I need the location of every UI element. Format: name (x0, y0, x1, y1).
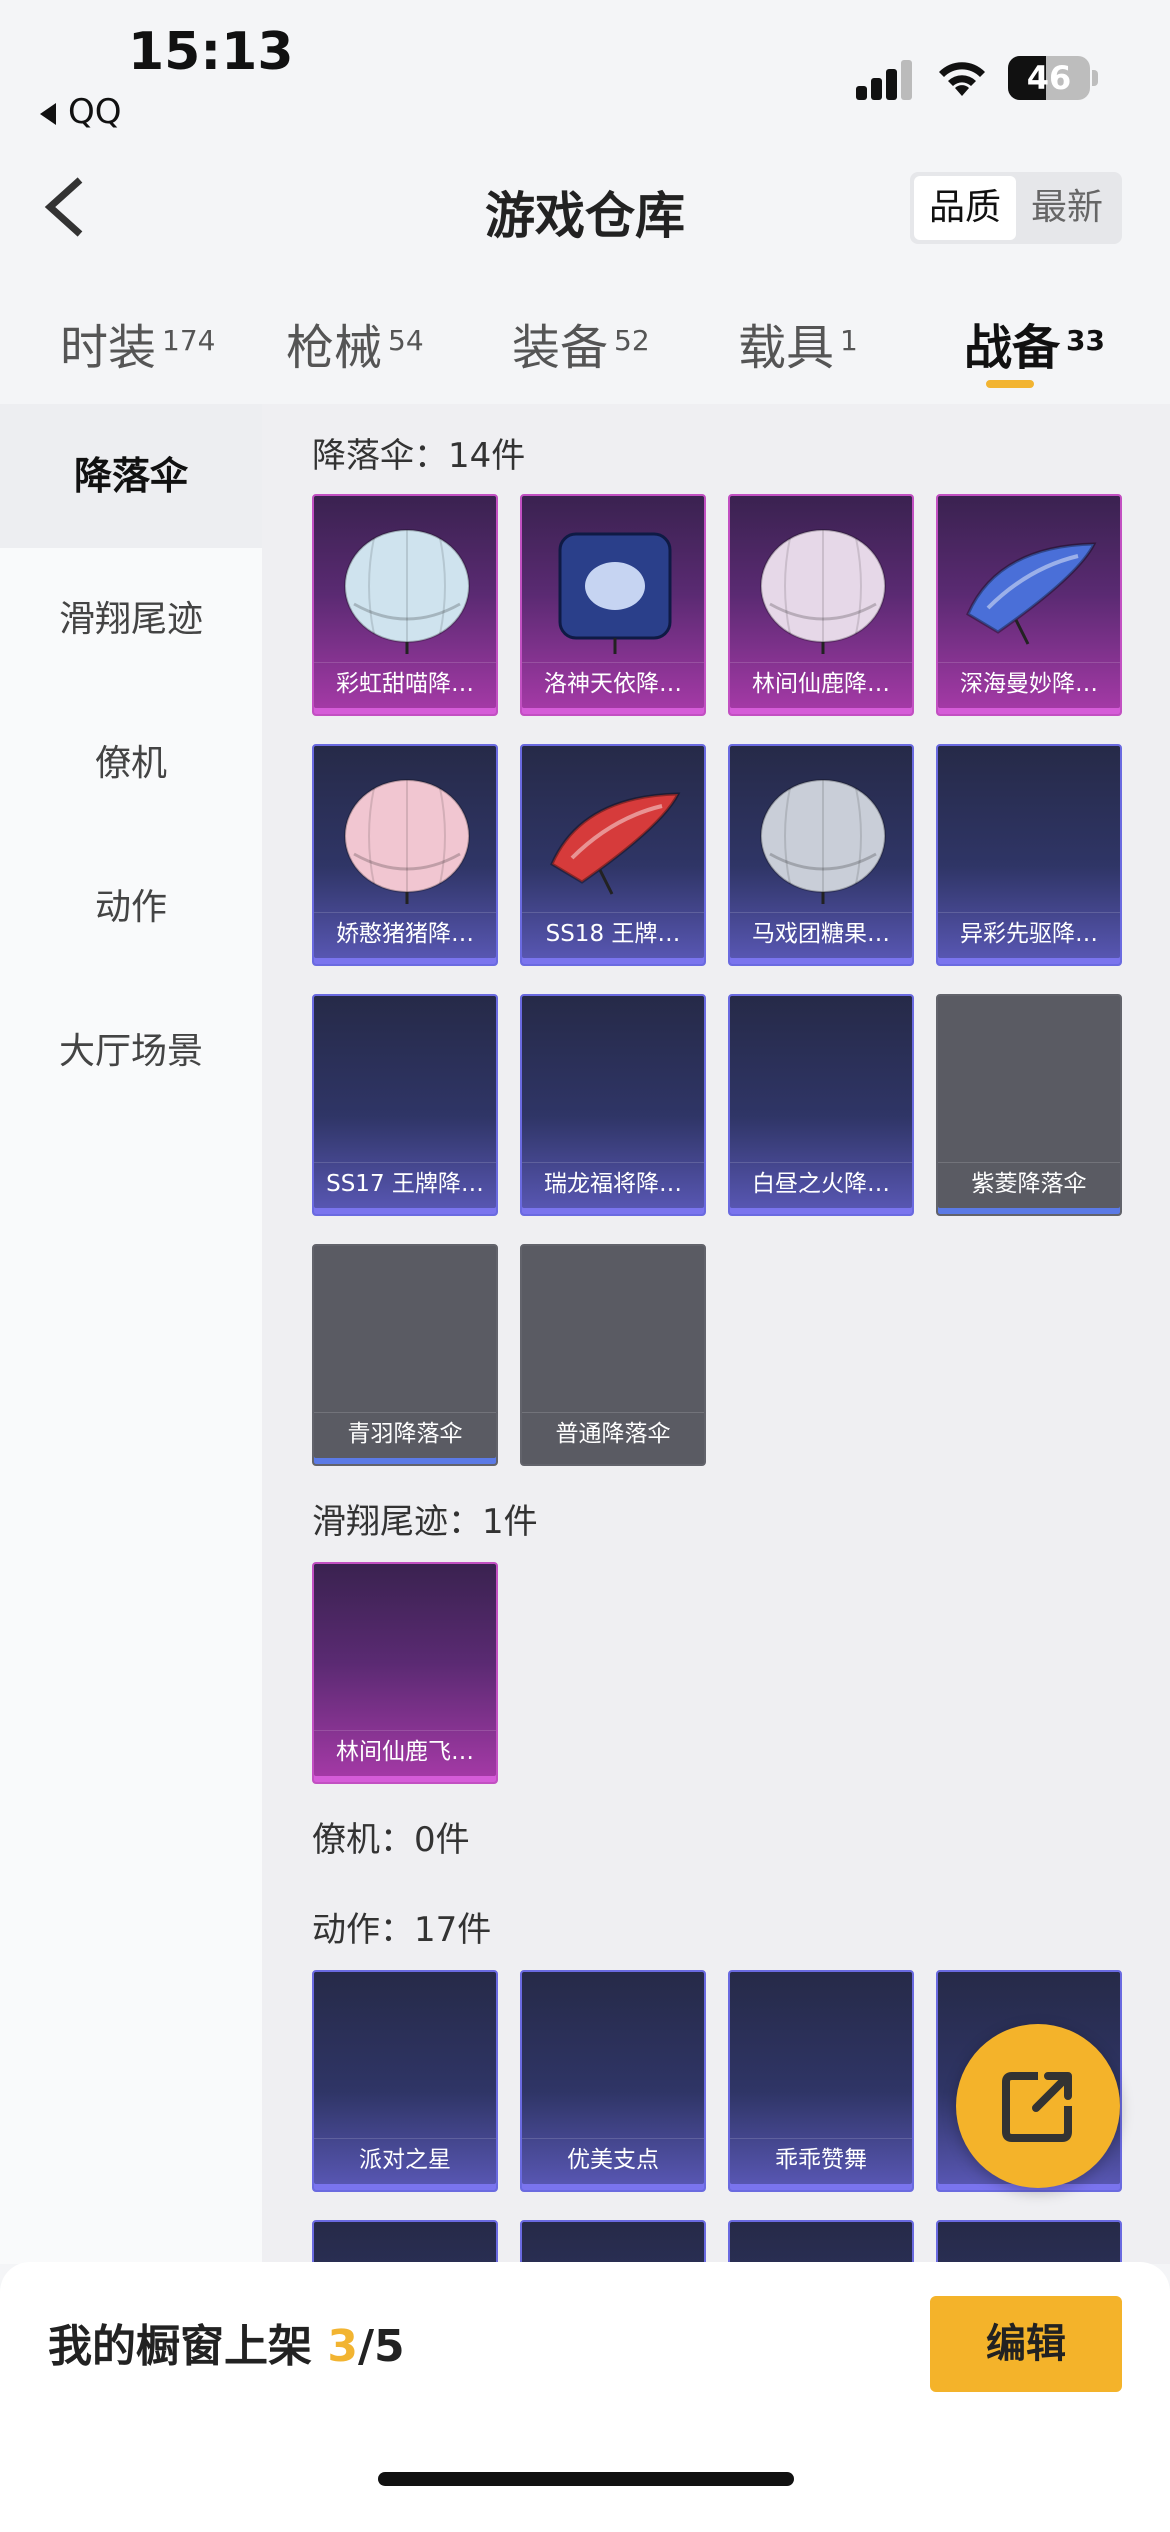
tab-gear[interactable]: 装备 52 (512, 308, 650, 378)
sort-toggle: 品质 最新 (910, 172, 1122, 244)
sidebar-item-lobby-scene[interactable]: 大厅场景 (0, 980, 262, 1124)
tab-count: 33 (1066, 324, 1105, 357)
parachute-wing-icon (550, 792, 681, 895)
section-title-glide-trail: 滑翔尾迹：1件 (312, 1502, 538, 1542)
showcase-status: 我的橱窗上架 3/5 (48, 2310, 405, 2374)
status-bar: 15:13 QQ 46 (0, 0, 1170, 150)
item-card[interactable]: 深海曼妙降… (936, 494, 1122, 716)
item-name: 白昼之火降… (730, 1162, 912, 1204)
item-card[interactable]: 洛神天依降… (520, 494, 706, 716)
item-name: SS18 王牌… (522, 912, 704, 954)
tab-label: 枪械 (286, 320, 383, 376)
item-name: 深海曼妙降… (938, 662, 1120, 704)
tab-battle-items[interactable]: 战备 33 (964, 308, 1105, 378)
sidebar-item-glide-trail[interactable]: 滑翔尾迹 (0, 548, 262, 692)
battery-level: 46 (1026, 59, 1072, 97)
tab-label: 装备 (512, 320, 609, 376)
battery-icon: 46 (1008, 56, 1090, 100)
item-card[interactable]: 派对之星 (312, 1970, 498, 2192)
parachute-square-icon (558, 532, 672, 654)
tab-count: 52 (614, 324, 650, 357)
item-card[interactable]: 彩虹甜喵降… (312, 494, 498, 716)
item-card[interactable]: 乖乖赞舞 (728, 1970, 914, 2192)
item-name: 乖乖赞舞 (730, 2138, 912, 2180)
item-card[interactable]: 白昼之火降… (728, 994, 914, 1216)
tab-count: 1 (840, 324, 858, 357)
item-name: 彩虹甜喵降… (314, 662, 496, 704)
home-indicator[interactable] (378, 2472, 794, 2486)
sidebar-item-parachute[interactable]: 降落伞 (0, 404, 262, 548)
tab-vehicles[interactable]: 载具 1 (738, 308, 858, 378)
sidebar-item-wingman[interactable]: 僚机 (0, 692, 262, 836)
item-card[interactable]: 紫菱降落伞 (936, 994, 1122, 1216)
showcase-used-count: 3 (327, 2321, 358, 2372)
tab-label: 载具 (738, 320, 835, 376)
item-name: 紫菱降落伞 (938, 1162, 1120, 1204)
category-tabs: 时装 174 枪械 54 装备 52 载具 1 战备 33 (0, 290, 1170, 402)
tab-count: 54 (388, 324, 424, 357)
parachute-dome-icon (344, 529, 470, 654)
item-name: 普通降落伞 (522, 1412, 704, 1454)
item-card[interactable]: 林间仙鹿飞… (312, 1562, 498, 1784)
item-name: 林间仙鹿降… (730, 662, 912, 704)
back-app-label: QQ (68, 92, 122, 132)
item-card[interactable]: 林间仙鹿降… (728, 494, 914, 716)
active-tab-indicator (986, 380, 1034, 388)
section-title-parachute: 降落伞：14件 (312, 436, 526, 476)
tab-label: 战备 (964, 320, 1061, 376)
item-card[interactable]: SS17 王牌降… (312, 994, 498, 1216)
item-card[interactable]: 优美支点 (520, 1970, 706, 2192)
item-name: 瑞龙福将降… (522, 1162, 704, 1204)
item-name: 优美支点 (522, 2138, 704, 2180)
parachute-dome-icon (760, 779, 886, 904)
sidebar: 降落伞 滑翔尾迹 僚机 动作 大厅场景 (0, 404, 262, 2264)
parachute-wing-icon (966, 542, 1097, 645)
tab-label: 时装 (60, 320, 157, 376)
item-card[interactable]: 马戏团糖果… (728, 744, 914, 966)
item-card[interactable]: 异彩先驱降… (936, 744, 1122, 966)
battery-cap (1092, 70, 1098, 86)
item-card[interactable]: 普通降落伞 (520, 1244, 706, 1466)
bottom-showcase-bar: 我的橱窗上架 3/5 编辑 (0, 2262, 1170, 2532)
section-title-emote: 动作：17件 (312, 1910, 492, 1950)
back-to-app-link[interactable]: QQ (40, 92, 122, 132)
item-card[interactable]: 瑞龙福将降… (520, 994, 706, 1216)
item-card[interactable]: 青羽降落伞 (312, 1244, 498, 1466)
section-title-wingman: 僚机：0件 (312, 1820, 470, 1860)
item-name: SS17 王牌降… (314, 1162, 496, 1204)
showcase-label: 我的橱窗上架 (48, 2321, 312, 2372)
cellular-signal-icon (856, 58, 912, 100)
item-name: 娇憨猪猪降… (314, 912, 496, 954)
item-name: 派对之星 (314, 2138, 496, 2180)
share-fab-button[interactable] (956, 2024, 1120, 2188)
item-name: 林间仙鹿飞… (314, 1730, 496, 1772)
status-time: 15:13 (128, 22, 294, 82)
header: 游戏仓库 品质 最新 (0, 150, 1170, 262)
parachute-dome-icon (760, 529, 886, 654)
sidebar-item-emote[interactable]: 动作 (0, 836, 262, 980)
share-external-icon (1002, 2072, 1072, 2142)
back-triangle-icon (40, 102, 56, 125)
item-name: 马戏团糖果… (730, 912, 912, 954)
item-name: 青羽降落伞 (314, 1412, 496, 1454)
showcase-total-count: /5 (357, 2321, 405, 2372)
sort-by-quality[interactable]: 品质 (914, 176, 1016, 240)
sort-by-latest[interactable]: 最新 (1016, 176, 1118, 240)
tab-count: 174 (162, 324, 216, 357)
tab-weapons[interactable]: 枪械 54 (286, 308, 424, 378)
item-name: 异彩先驱降… (938, 912, 1120, 954)
tab-outfit[interactable]: 时装 174 (60, 308, 215, 378)
wifi-icon (939, 62, 985, 96)
back-arrow-icon[interactable] (38, 172, 98, 242)
edit-button[interactable]: 编辑 (930, 2296, 1122, 2392)
item-card[interactable]: SS18 王牌… (520, 744, 706, 966)
parachute-dome-icon (344, 779, 470, 904)
item-name: 洛神天依降… (522, 662, 704, 704)
item-card[interactable]: 娇憨猪猪降… (312, 744, 498, 966)
